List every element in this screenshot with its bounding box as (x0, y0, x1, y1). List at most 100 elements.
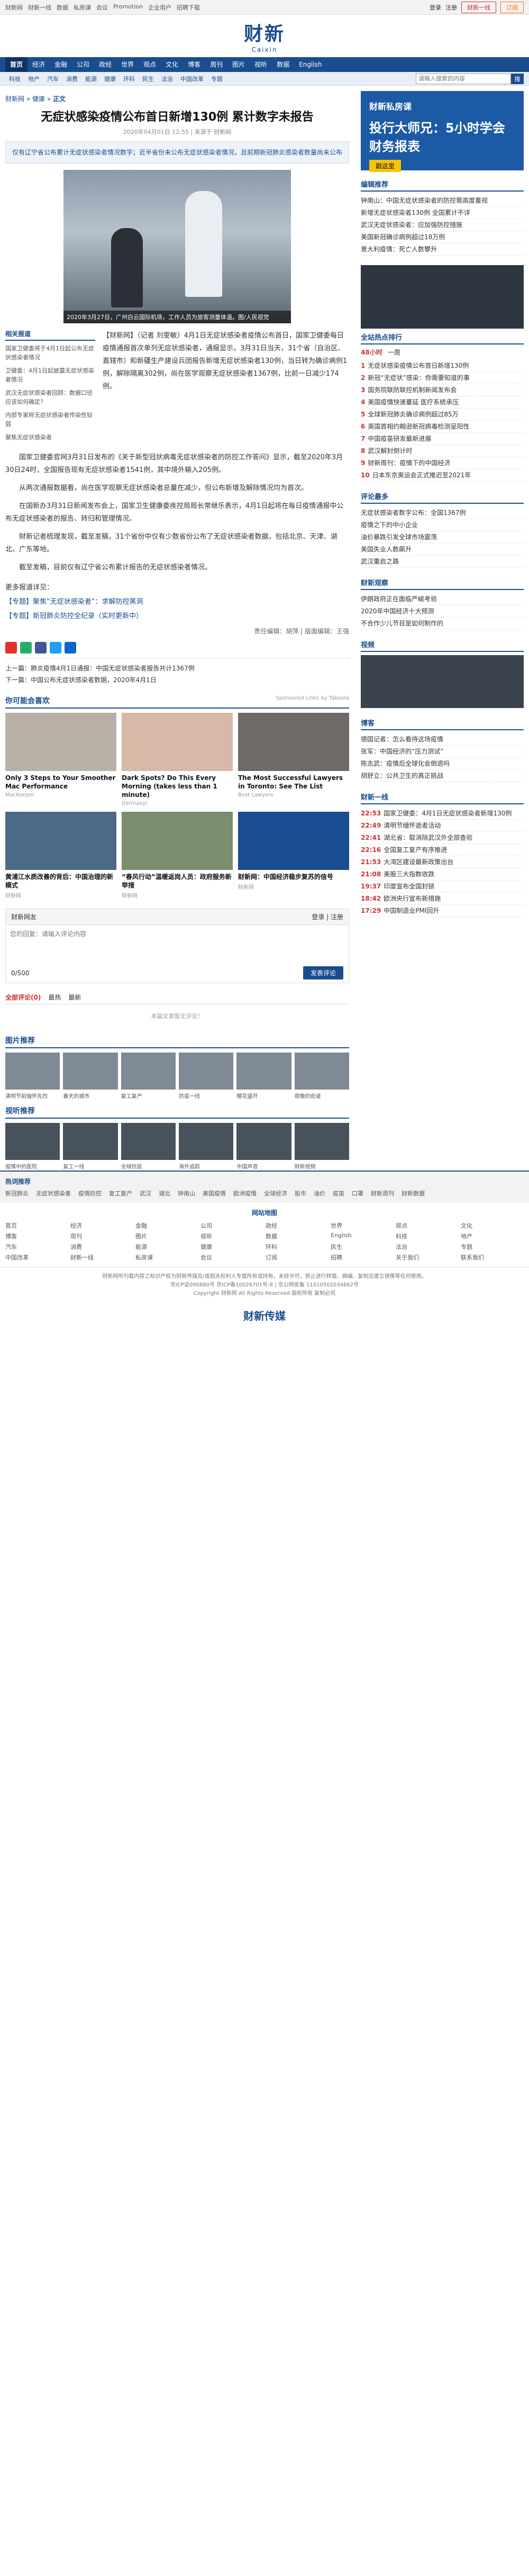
hot-word-link[interactable]: 新冠肺炎 (5, 1189, 29, 1198)
tab-all-comments[interactable]: 全部评论(0) (5, 993, 41, 1002)
list-item[interactable]: 9 财新周刊：疫情下的中国经济 (361, 457, 524, 469)
list-item[interactable]: 钟南山：中国无症状感染者的防控需高度重视 (361, 195, 524, 207)
sitemap-link[interactable]: 民生 (331, 1242, 394, 1251)
sitemap-link[interactable]: 私房课 (135, 1253, 198, 1262)
sitemap-link[interactable]: English (331, 1232, 394, 1240)
special-link[interactable]: 【专题】聚焦“无症状感染者”：求解防控黑洞 (5, 596, 349, 606)
list-item[interactable]: 张军：中国经济的“压力测试” (361, 746, 524, 758)
linkedin-icon[interactable] (65, 642, 76, 654)
hot-word-link[interactable]: 复工复产 (109, 1189, 132, 1198)
subnav-item-4[interactable]: 能源 (81, 75, 101, 83)
list-item[interactable]: 22:53 国家卫健委：4月1日无症状感染者新增130例 (361, 808, 524, 820)
sitemap-link[interactable]: 文化 (461, 1221, 524, 1230)
list-item[interactable]: 3 国务院联防联控机制新闻发布会 (361, 384, 524, 396)
hot-word-link[interactable]: 欧洲疫情 (233, 1189, 257, 1198)
photo-tile[interactable]: 春天的城市 (63, 1053, 118, 1100)
hot-word-link[interactable]: 财新数据 (402, 1189, 425, 1198)
list-item[interactable]: 21:53 大湾区建设最新政策出台 (361, 856, 524, 868)
list-item[interactable]: 陈志武：疫情后全球化会倒退吗 (361, 758, 524, 770)
related-link[interactable]: 国家卫健委将于4月1日起公布无症状感染者情况 (5, 344, 95, 362)
sitemap-link[interactable]: 地产 (461, 1232, 524, 1240)
sitemap-link[interactable]: 订阅 (266, 1253, 329, 1262)
list-item[interactable]: 新增无症状感染者130例 全国累计不详 (361, 207, 524, 219)
list-item[interactable]: 8 武汉解封倒计时 (361, 445, 524, 457)
twitter-icon[interactable] (50, 642, 61, 654)
list-item[interactable]: 伊朗政府正在面临严峻考验 (361, 593, 524, 605)
login-link[interactable]: 登录 (430, 3, 441, 12)
sitemap-link[interactable]: 科技 (396, 1232, 459, 1240)
sitemap-link[interactable]: 公司 (200, 1221, 263, 1230)
list-item[interactable]: 2020年中国经济十大预测 (361, 605, 524, 618)
sitemap-link[interactable]: 视听 (200, 1232, 263, 1240)
sitemap-link[interactable]: 中国改革 (5, 1253, 68, 1262)
tab-new-comments[interactable]: 最新 (68, 993, 81, 1002)
list-item[interactable]: 油价暴跌引发全球市场震荡 (361, 531, 524, 543)
recommend-card[interactable]: “春风行动”温暖返岗人员：政府服务新举措 财新网 (122, 812, 233, 899)
nav-item-photo[interactable]: 图片 (227, 57, 250, 72)
subnav-item-0[interactable]: 科技 (5, 75, 24, 83)
list-item[interactable]: 德国记者：怎么看待这场疫情 (361, 733, 524, 746)
sitemap-link[interactable]: 法治 (396, 1242, 459, 1251)
subnav-item-2[interactable]: 汽车 (43, 75, 62, 83)
subnav-item-5[interactable]: 健康 (101, 75, 120, 83)
recommend-card[interactable]: 财新网：中国经济稳步复苏的信号 财新网 (238, 812, 349, 899)
video-tile[interactable]: 海外追踪 (179, 1123, 234, 1170)
list-item[interactable]: 1 无症状感染疫情公布首日新增130例 (361, 360, 524, 372)
photo-tile[interactable]: 清明节前缅怀先烈 (5, 1053, 60, 1100)
sitemap-link[interactable]: 世界 (331, 1221, 394, 1230)
list-item[interactable]: 无症状感染者数字公布：全国1367例 (361, 507, 524, 519)
course-ad-button[interactable]: 戳这里 (369, 160, 402, 172)
sitemap-link[interactable]: 观点 (396, 1221, 459, 1230)
top-link-1[interactable]: 财新一线 (28, 3, 51, 12)
list-item[interactable]: 6 英国首相约翰逊新冠病毒检测呈阳性 (361, 421, 524, 433)
sitemap-link[interactable]: 经济 (70, 1221, 133, 1230)
video-tile[interactable]: 全球抗疫 (121, 1123, 176, 1170)
top-link-3[interactable]: 私房课 (74, 3, 91, 12)
top-link-7[interactable]: 招聘下载 (177, 3, 200, 12)
list-item[interactable]: 17:29 中国制造业PMI回升 (361, 905, 524, 917)
nav-item-home[interactable]: 首页 (5, 57, 28, 72)
sitemap-link[interactable]: 能源 (135, 1242, 198, 1251)
sitemap-link[interactable]: 金融 (135, 1221, 198, 1230)
nav-item-world[interactable]: 世界 (116, 57, 139, 72)
photo-tile[interactable]: 夜晚的街道 (294, 1053, 349, 1100)
sitemap-link[interactable]: 博客 (5, 1232, 68, 1240)
top-link-2[interactable]: 数据 (57, 3, 68, 12)
list-item[interactable]: 18:42 欧洲央行宣布新措施 (361, 893, 524, 905)
list-item[interactable]: 不合作少儿节目是如何制作的 (361, 618, 524, 630)
hot-word-link[interactable]: 美国疫情 (203, 1189, 226, 1198)
hot-word-link[interactable]: 油价 (314, 1189, 325, 1198)
list-item[interactable]: 5 全球新冠肺炎确诊病例超过85万 (361, 409, 524, 421)
hot-word-link[interactable]: 无症状感染者 (36, 1189, 71, 1198)
comment-login-link[interactable]: 登录 | 注册 (312, 912, 343, 921)
sitemap-link[interactable]: 专题 (461, 1242, 524, 1251)
nav-item-finance[interactable]: 金融 (50, 57, 72, 72)
related-link[interactable]: 内部专家称无症状感染者传染性较弱 (5, 411, 95, 429)
sitemap-link[interactable]: 关于我们 (396, 1253, 459, 1262)
hot-word-link[interactable]: 口罩 (352, 1189, 363, 1198)
video-tile[interactable]: 疫情中的医院 (5, 1123, 60, 1170)
list-item[interactable]: 22:41 湖北省：取消除武汉外全部查验 (361, 832, 524, 844)
list-item[interactable]: 疫情之下的中小企业 (361, 519, 524, 531)
course-ad[interactable]: 财新私房课 投行大师兄：5小时学会财务报表 戳这里 (361, 91, 524, 172)
hot-word-link[interactable]: 湖北 (159, 1189, 170, 1198)
subnav-item-7[interactable]: 民生 (139, 75, 158, 83)
nav-item-economy[interactable]: 经济 (28, 57, 50, 72)
sponsor-label[interactable]: Sponsored Links by Taboola (276, 695, 349, 706)
post-comment-button[interactable]: 发表评论 (303, 966, 343, 979)
nav-item-weekly[interactable]: 周刊 (205, 57, 227, 72)
recommend-card[interactable]: Dark Spots? Do This Every Morning (takes… (122, 713, 233, 806)
list-item[interactable]: 19:37 印度宣布全国封锁 (361, 881, 524, 893)
wechat-icon[interactable] (20, 642, 32, 654)
hot-word-link[interactable]: 疫苗 (333, 1189, 344, 1198)
sitemap-link[interactable]: 政经 (266, 1221, 329, 1230)
sitemap-link[interactable]: 健康 (200, 1242, 263, 1251)
subnav-item-6[interactable]: 环科 (120, 75, 139, 83)
hot-word-link[interactable]: 全球经济 (264, 1189, 287, 1198)
list-item[interactable]: 武汉无症状感染者：应加强防控措施 (361, 219, 524, 231)
subscribe-button[interactable]: 订阅 (500, 1, 524, 13)
photo-tile[interactable]: 防疫一线 (179, 1053, 234, 1100)
list-item[interactable]: 7 中国疫苗研发最新进展 (361, 433, 524, 445)
nav-item-culture[interactable]: 文化 (161, 57, 183, 72)
related-link[interactable]: 聚焦无症状感染者 (5, 433, 95, 442)
